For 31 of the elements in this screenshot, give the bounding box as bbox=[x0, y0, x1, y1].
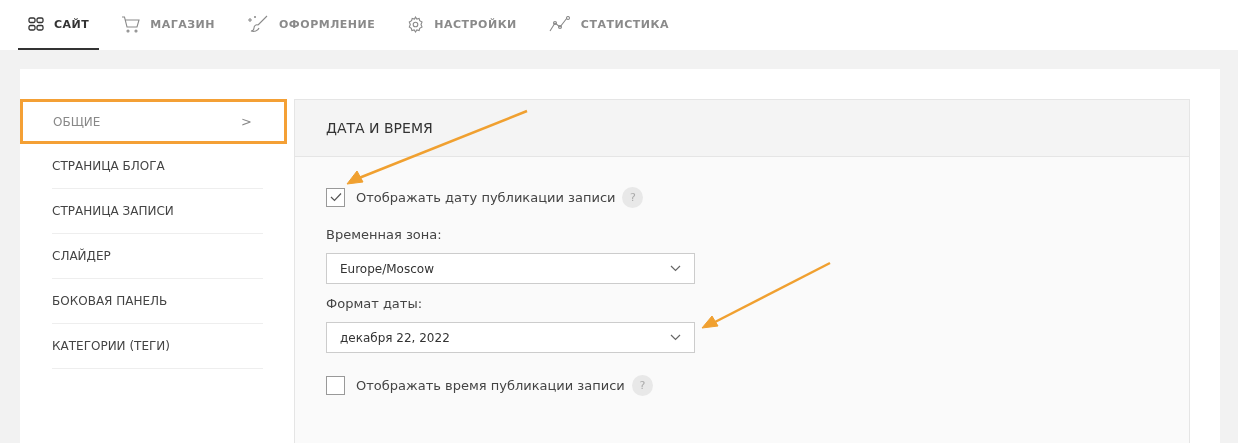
cart-icon bbox=[121, 15, 141, 33]
sidebar-label: БОКОВАЯ ПАНЕЛЬ bbox=[52, 294, 168, 308]
sidebar-label: СЛАЙДЕР bbox=[52, 249, 111, 263]
sidebar-item[interactable]: БОКОВАЯ ПАНЕЛЬ bbox=[52, 279, 263, 324]
sidebar-label: КАТЕГОРИИ (ТЕГИ) bbox=[52, 339, 170, 353]
sidebar-item[interactable]: ОБЩИЕ > bbox=[20, 99, 287, 144]
line-chart-icon bbox=[548, 16, 571, 32]
chevron-down-icon bbox=[670, 265, 681, 272]
brush-icon bbox=[247, 15, 269, 33]
field-label: Формат даты: bbox=[326, 296, 424, 311]
field-label: Временная зона: bbox=[326, 227, 443, 242]
dropdown-select[interactable]: декабря 22, 2022 bbox=[326, 322, 695, 353]
checkbox[interactable] bbox=[326, 375, 345, 395]
checkbox-label: Отображать время публикации записи bbox=[356, 377, 625, 393]
sidebar-item[interactable]: СТРАНИЦА БЛОГА bbox=[52, 144, 263, 189]
gear-icon bbox=[407, 15, 425, 33]
check-icon bbox=[328, 192, 343, 202]
dropdown-select[interactable]: Europe/Moscow bbox=[326, 253, 695, 284]
checkbox-label: Отображать дату публикации записи bbox=[356, 189, 616, 205]
grid-icon bbox=[28, 17, 44, 31]
sidebar-label: СТРАНИЦА ЗАПИСИ bbox=[52, 204, 174, 218]
chevron: > bbox=[241, 114, 252, 129]
panel-title: ДАТА И ВРЕМЯ bbox=[326, 120, 433, 136]
chevron-down-icon bbox=[670, 334, 681, 341]
sidebar-item[interactable]: СЛАЙДЕР bbox=[52, 234, 263, 279]
checkbox[interactable] bbox=[326, 187, 345, 207]
sidebar-label: ОБЩИЕ bbox=[53, 114, 101, 129]
sidebar-item[interactable]: КАТЕГОРИИ (ТЕГИ) bbox=[52, 324, 263, 369]
sidebar-label: СТРАНИЦА БЛОГА bbox=[52, 159, 165, 173]
nav-tab[interactable]: САЙТ bbox=[18, 0, 100, 50]
sidebar-item[interactable]: СТРАНИЦА ЗАПИСИ bbox=[52, 189, 263, 234]
